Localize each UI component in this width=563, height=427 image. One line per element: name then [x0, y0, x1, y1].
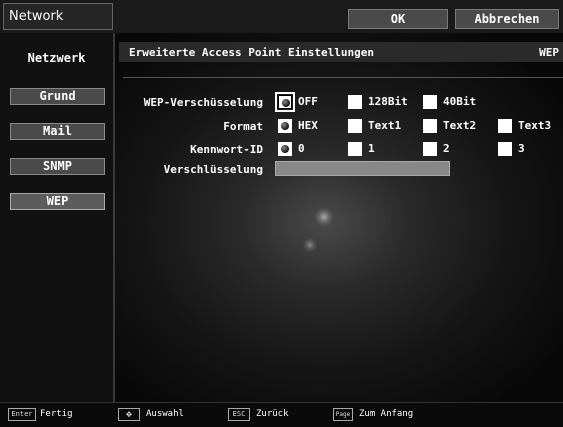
radio-box[interactable]: [278, 142, 292, 156]
radio-box[interactable]: [498, 142, 512, 156]
option-label: Text2: [443, 119, 477, 132]
option-label: 3: [518, 142, 525, 155]
option-label: 2: [443, 142, 450, 155]
title-bar: Network Screen OK Abbrechen: [0, 0, 563, 49]
lens-glow: [315, 208, 333, 226]
esc-key-icon: ESC: [228, 408, 250, 421]
page-up-key-icon: Page: [333, 408, 353, 421]
window-title: Network Screen: [3, 3, 113, 49]
sidebar-item-mail[interactable]: Mail: [10, 123, 105, 140]
section-tag: WEP: [539, 46, 559, 59]
sidebar-item-grund[interactable]: Grund: [10, 88, 105, 105]
key-input[interactable]: [275, 161, 450, 176]
footer-label: Auswahl: [146, 409, 184, 419]
radio-box[interactable]: [275, 92, 295, 112]
footer-label: Zum Anfang: [359, 409, 414, 419]
footer-hints: Enter Fertig ✥ Auswahl ESC Zurück Page Z…: [0, 402, 563, 427]
radio-box[interactable]: [498, 119, 512, 133]
selected-dot-icon: [282, 99, 290, 107]
radio-box[interactable]: [278, 119, 292, 133]
page-title: Erweiterte Access Point Einstellungen: [129, 46, 375, 59]
sidebar: Netzwerk Grund Mail SNMP WEP: [0, 33, 115, 402]
option-label: 128Bit: [368, 95, 408, 108]
radio-box[interactable]: [348, 119, 362, 133]
option-label: Text3: [518, 119, 552, 132]
radio-box[interactable]: [348, 142, 362, 156]
sidebar-item-snmp[interactable]: SNMP: [10, 158, 105, 175]
cancel-button[interactable]: Abbrechen: [455, 9, 559, 29]
radio-box[interactable]: [348, 95, 362, 109]
format-label: Format: [223, 120, 263, 133]
key-id-label: Kennwort-ID: [190, 143, 263, 156]
main-panel: Erweiterte Access Point Einstellungen WE…: [115, 33, 563, 402]
footer-label: Zurück: [256, 409, 289, 419]
ok-button[interactable]: OK: [348, 9, 448, 29]
radio-box[interactable]: [423, 119, 437, 133]
radio-box[interactable]: [423, 95, 437, 109]
arrow-pad-icon: ✥: [118, 408, 140, 421]
selected-dot-icon: [281, 145, 289, 153]
option-label: 40Bit: [443, 95, 477, 108]
option-label: 1: [368, 142, 375, 155]
divider: [123, 77, 563, 78]
sidebar-title: Netzwerk: [27, 51, 86, 65]
enter-key-icon: Enter: [8, 408, 36, 421]
sidebar-item-wep[interactable]: WEP: [10, 193, 105, 210]
option-label: OFF: [298, 95, 318, 108]
radio-box[interactable]: [423, 142, 437, 156]
selected-dot-icon: [281, 122, 289, 130]
lens-glow: [303, 238, 317, 252]
network-screen: Network Screen OK Abbrechen Netzwerk Gru…: [0, 0, 563, 427]
option-label: Text1: [368, 119, 402, 132]
encryption-label: WEP-Verschüsselung: [143, 96, 263, 109]
footer-label: Fertig: [40, 409, 73, 419]
section-header: Erweiterte Access Point Einstellungen WE…: [119, 42, 563, 62]
key-label: Verschlüsselung: [163, 163, 263, 176]
option-label: 0: [298, 142, 305, 155]
option-label: HEX: [298, 119, 318, 132]
